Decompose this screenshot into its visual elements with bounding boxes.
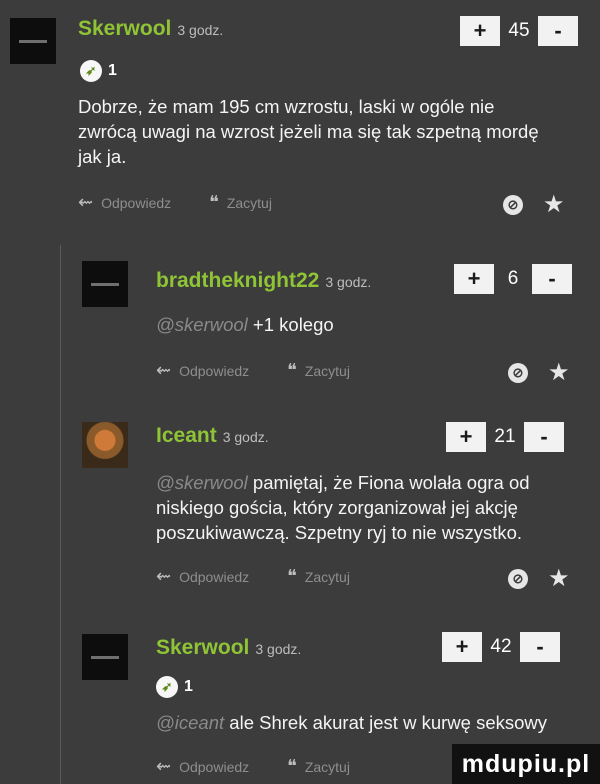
downvote-button[interactable]: - [520,632,560,662]
badge-count: 1 [184,678,193,695]
comment-actions: ⇜ Odpowiedz ❝ Zacytuj [78,192,272,213]
comment-body: ale Shrek akurat jest w kurwę seksowy [229,712,548,733]
star-icon[interactable]: ★ [548,567,570,591]
username-text[interactable]: Iceant [156,424,217,447]
reply-link[interactable]: Odpowiedz [179,363,249,379]
mention-link[interactable]: @iceant [156,712,224,733]
upvote-button[interactable]: + [454,264,494,294]
reply-link[interactable]: Odpowiedz [179,569,249,585]
star-icon[interactable]: ★ [548,361,570,385]
flag-icon[interactable]: ⊘ [508,363,528,383]
downvote-button[interactable]: - [524,422,564,452]
username[interactable]: Skerwool 3 godz. [78,17,223,41]
avatar[interactable] [82,422,128,468]
quote-icon[interactable]: ❝ [287,756,297,777]
avatar[interactable] [82,261,128,307]
reply-arrow-icon[interactable]: ⇜ [156,756,171,777]
vote-box: + 45 - [460,16,578,46]
vote-count: 45 [508,20,530,41]
upvote-button[interactable]: + [446,422,486,452]
timestamp: 3 godz. [222,429,269,445]
comment-text: @skerwool pamiętaj, że Fiona wolała ogra… [156,470,576,545]
quote-link[interactable]: Zacytuj [305,363,350,379]
rocket-badge-icon: ➶ [80,60,102,82]
avatar[interactable] [82,634,128,680]
thread-line [60,245,61,784]
watermark: mdupiu.pl [452,744,600,784]
timestamp: 3 godz. [177,22,224,38]
comment-tools: ⊘ ★ [508,361,570,385]
mention-link[interactable]: @skerwool [156,314,248,335]
vote-box: + 42 - [442,632,560,662]
flag-icon[interactable]: ⊘ [503,195,523,215]
comment-body: Dobrze, że mam 195 cm wzrostu, laski w o… [78,96,539,167]
vote-count: 42 [490,636,512,657]
quote-link[interactable]: Zacytuj [227,195,272,211]
badge: ➶ 1 [80,60,117,82]
username-text[interactable]: Skerwool [156,636,249,659]
badge-count: 1 [108,62,117,79]
upvote-button[interactable]: + [442,632,482,662]
vote-box: + 6 - [454,264,572,294]
comment-text: @skerwool +1 kolego [156,312,576,337]
downvote-button[interactable]: - [538,16,578,46]
vote-count: 21 [494,426,516,447]
quote-icon[interactable]: ❝ [287,360,297,381]
comment-text: @iceant ale Shrek akurat jest w kurwę se… [156,710,596,735]
username[interactable]: Iceant 3 godz. [156,424,269,448]
upvote-button[interactable]: + [460,16,500,46]
vote-box: + 21 - [446,422,564,452]
timestamp: 3 godz. [255,641,302,657]
reply-arrow-icon[interactable]: ⇜ [156,360,171,381]
quote-link[interactable]: Zacytuj [305,569,350,585]
comment-actions: ⇜ Odpowiedz ❝ Zacytuj [156,360,350,381]
reply-arrow-icon[interactable]: ⇜ [156,566,171,587]
badge: ➶ 1 [156,676,193,698]
star-icon[interactable]: ★ [543,193,565,217]
comment-body: +1 kolego [252,314,334,335]
timestamp: 3 godz. [325,274,372,290]
rocket-badge-icon: ➶ [156,676,178,698]
quote-icon[interactable]: ❝ [287,566,297,587]
reply-link[interactable]: Odpowiedz [101,195,171,211]
username-text[interactable]: Skerwool [78,17,171,40]
reply-arrow-icon[interactable]: ⇜ [78,192,93,213]
username-text[interactable]: bradtheknight22 [156,269,319,292]
quote-link[interactable]: Zacytuj [305,759,350,775]
comment-text: Dobrze, że mam 195 cm wzrostu, laski w o… [78,94,558,169]
username[interactable]: bradtheknight22 3 godz. [156,269,371,293]
vote-count: 6 [507,268,519,289]
avatar[interactable] [10,18,56,64]
reply-link[interactable]: Odpowiedz [179,759,249,775]
flag-icon[interactable]: ⊘ [508,569,528,589]
comment-actions: ⇜ Odpowiedz ❝ Zacytuj [156,756,350,777]
comment-tools: ⊘ ★ [503,193,565,217]
comment-tools: ⊘ ★ [508,567,570,591]
downvote-button[interactable]: - [532,264,572,294]
quote-icon[interactable]: ❝ [209,192,219,213]
mention-link[interactable]: @skerwool [156,472,248,493]
username[interactable]: Skerwool 3 godz. [156,636,301,660]
comment-actions: ⇜ Odpowiedz ❝ Zacytuj [156,566,350,587]
